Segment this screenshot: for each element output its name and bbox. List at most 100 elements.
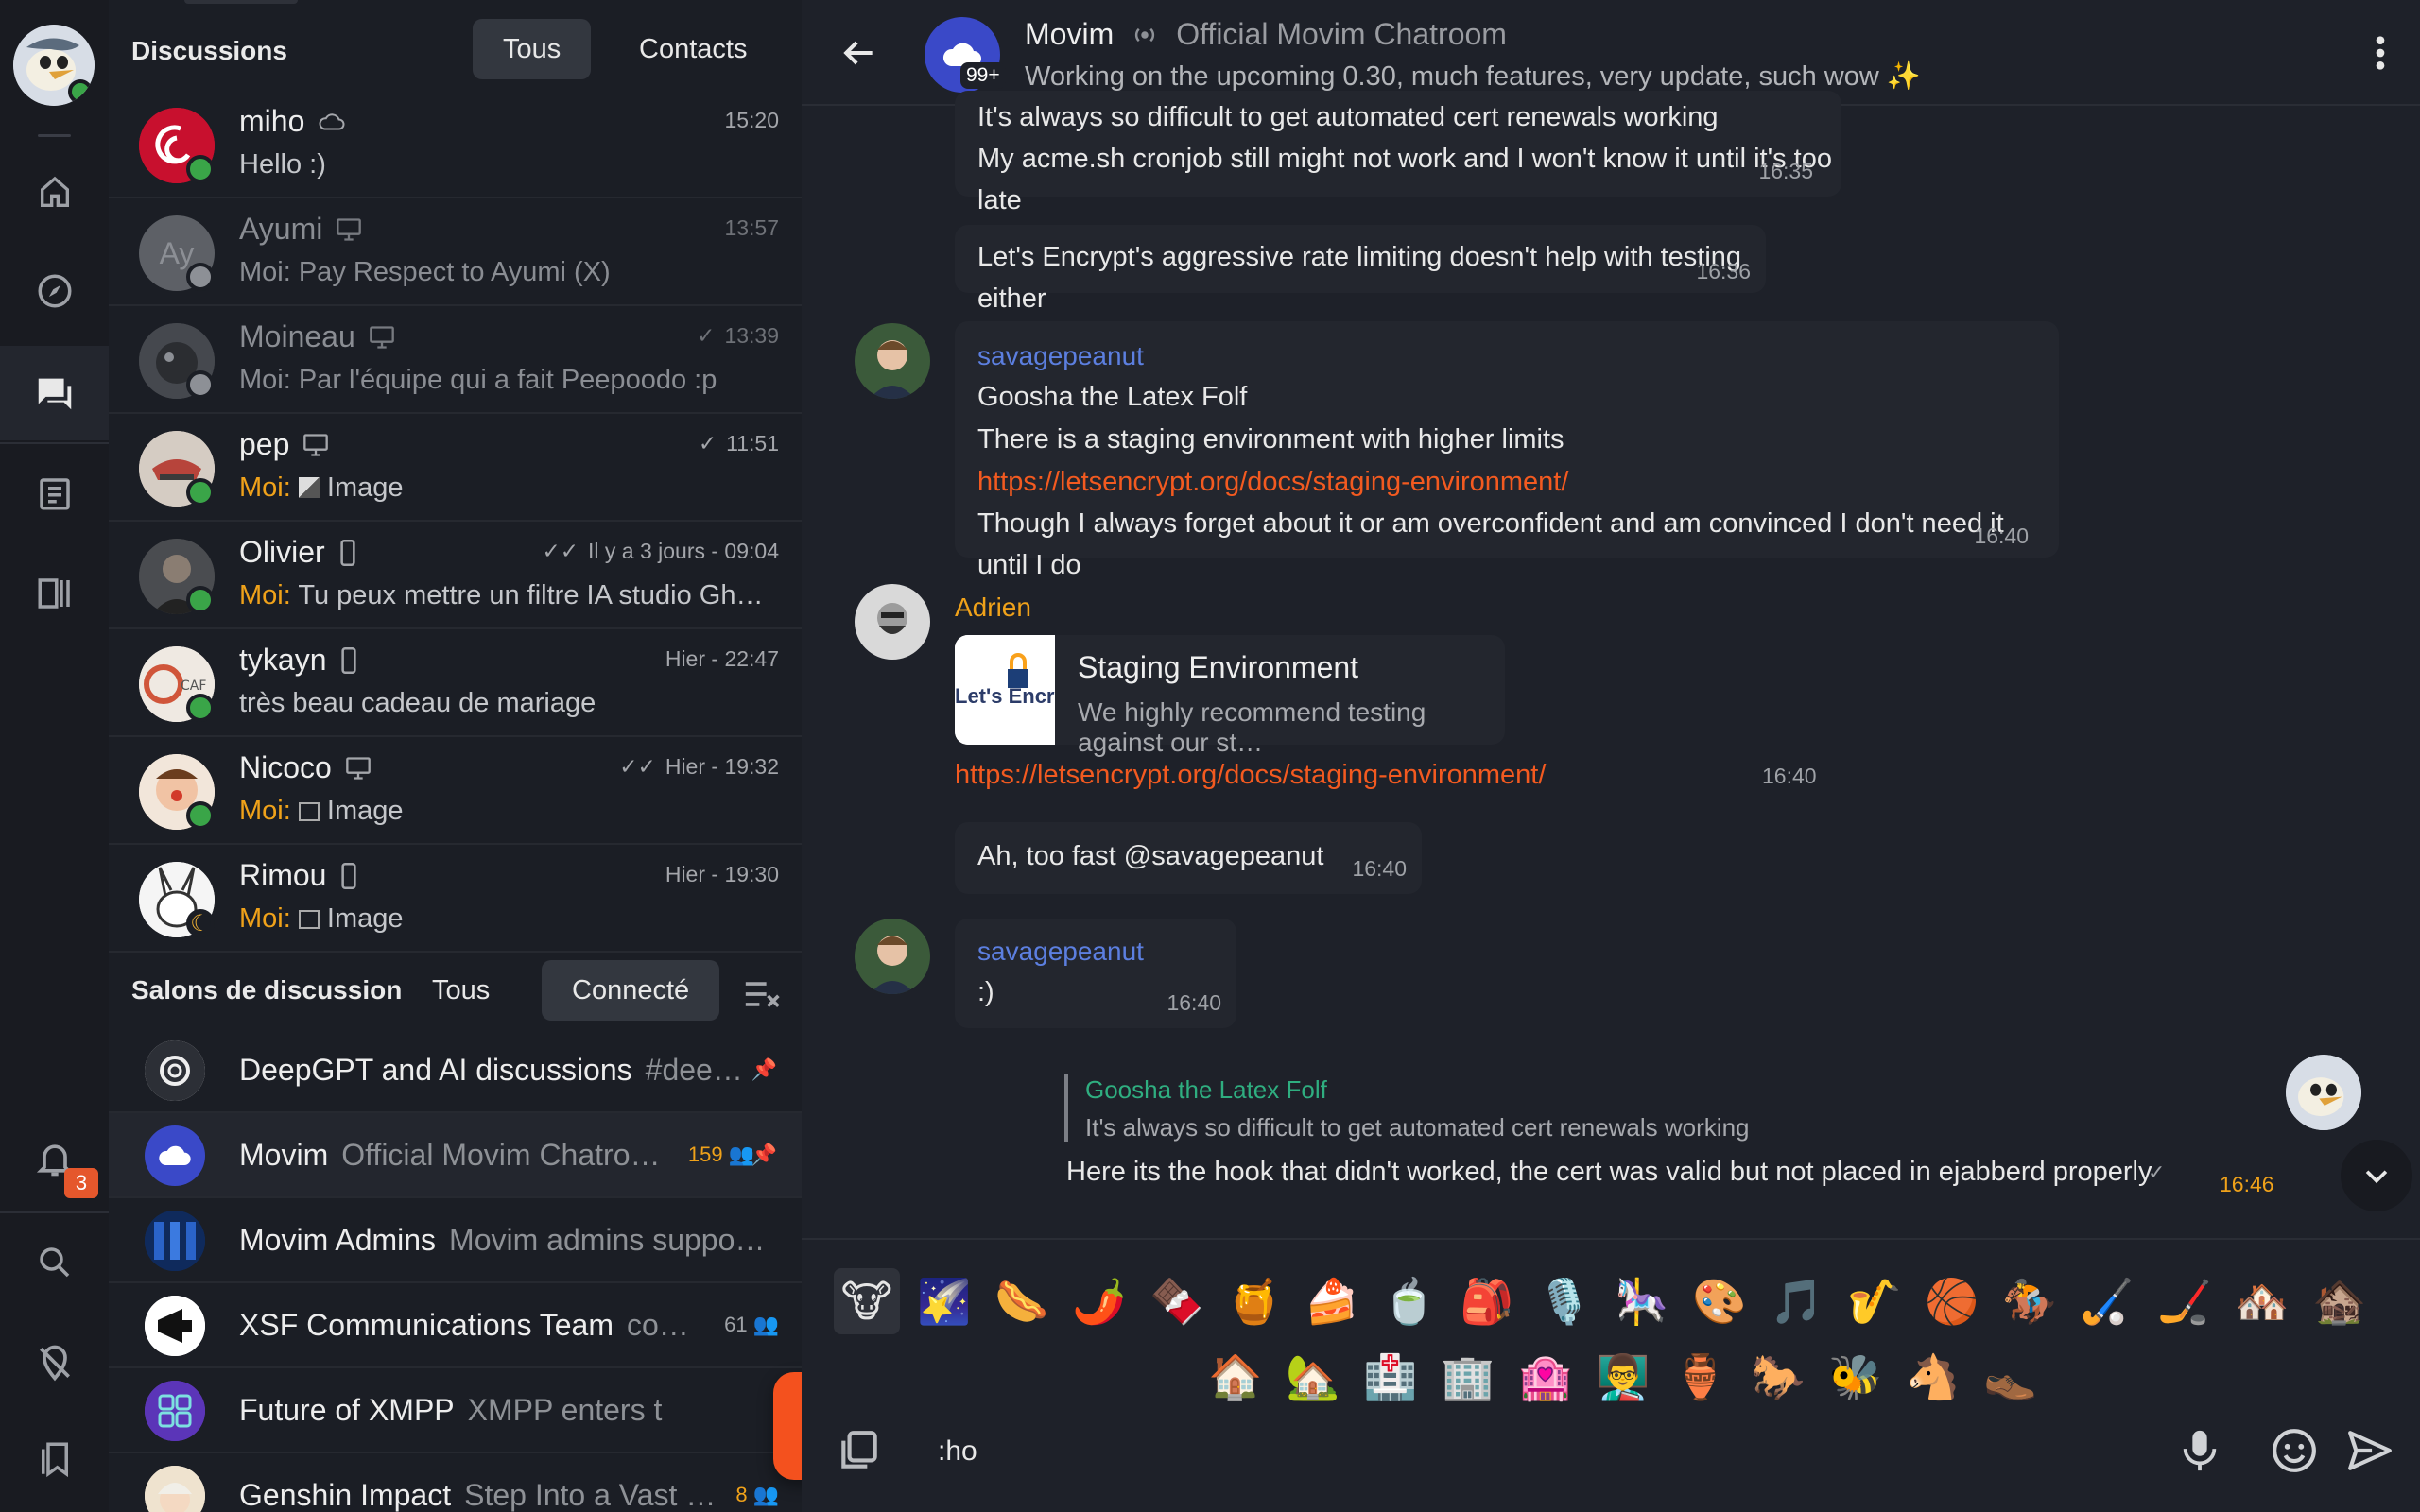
back-button[interactable] (838, 32, 879, 78)
attach-button[interactable] (836, 1427, 883, 1479)
room-subject: Working on the upcoming 0.30, much featu… (1025, 61, 1921, 92)
emoji-suggestion[interactable]: 🏀 (1919, 1268, 1985, 1334)
contact-row-nicoco[interactable]: Nicoco Moi: Image ✓✓ Hier - 19:32 (109, 737, 802, 845)
emoji-suggestion[interactable]: 🏚️ (2307, 1268, 2373, 1334)
room-row-movim[interactable]: Movim Official Movim Chatro… 159 👥 📌 (109, 1113, 802, 1198)
emoji-suggestion[interactable]: 🎵 (1764, 1268, 1830, 1334)
emoji-suggestion[interactable]: 🏘️ (2229, 1268, 2295, 1334)
new-chat-fab-button[interactable] (773, 1372, 802, 1480)
avatar (145, 1466, 205, 1512)
message-time: 16:35 (1758, 159, 1813, 183)
avatar (145, 1211, 205, 1271)
double-check-icon: ✓✓ (619, 754, 656, 779)
message-input[interactable]: :ho (934, 1404, 2163, 1499)
emoji-suggestion[interactable]: 🐮 (834, 1268, 900, 1334)
nav-privacy[interactable] (0, 1315, 109, 1410)
message-author[interactable]: savagepeanut (977, 932, 1144, 971)
room-title[interactable]: Movim Official Movim Chatroom (1025, 17, 1507, 52)
megaphone-icon (145, 1296, 205, 1356)
message-bubble: It's always so difficult to get automate… (955, 91, 1841, 215)
nav-publish[interactable] (0, 446, 109, 541)
emoji-suggestion[interactable]: 🌠 (911, 1268, 977, 1334)
room-row-movim-admins[interactable]: Movim Admins Movim admins suppo… (109, 1198, 802, 1283)
room-row-future-xmpp[interactable]: Future of XMPP XMPP enters t (109, 1368, 802, 1453)
my-status-online (68, 79, 93, 104)
contact-row-rimou[interactable]: ☾ Rimou Moi: Image Hier - 19:30 (109, 845, 802, 953)
voice-button[interactable] (2178, 1427, 2221, 1479)
emoji-suggestion[interactable]: 🎒 (1454, 1268, 1520, 1334)
rooms-filter-connected-button[interactable]: Connecté (542, 960, 720, 1021)
emoji-suggestion[interactable]: 🎠 (1609, 1268, 1675, 1334)
emoji-suggestion[interactable]: 🌶️ (1066, 1268, 1132, 1334)
emoji-suggestion[interactable]: 🏒 (2152, 1268, 2218, 1334)
sender-avatar[interactable] (855, 584, 930, 660)
emoji-suggestion[interactable]: 🍵 (1376, 1268, 1443, 1334)
my-avatar[interactable] (2286, 1055, 2361, 1130)
contact-row-olivier[interactable]: Olivier Moi: Tu peux mettre un filtre IA… (109, 522, 802, 629)
contact-name: pep (239, 427, 329, 462)
contact-row-miho[interactable]: miho Hello :) 15:20 (109, 91, 802, 198)
search-icon (39, 1247, 69, 1278)
nav-chats[interactable] (0, 346, 109, 440)
contact-row-moineau[interactable]: Moineau Moi: Par l'équipe qui a fait Pee… (109, 306, 802, 414)
check-icon: ✓ (698, 431, 717, 455)
emoji-suggestion[interactable]: 🍰 (1299, 1268, 1365, 1334)
emoji-suggestion[interactable]: 🎙️ (1531, 1268, 1598, 1334)
emoji-suggestion[interactable]: 🎨 (1686, 1268, 1753, 1334)
sender-avatar[interactable] (855, 323, 930, 399)
post-edit-icon (39, 478, 70, 510)
quote-bar (1064, 1074, 1068, 1142)
contact-name: Nicoco (239, 750, 372, 785)
room-name: Movim Official Movim Chatro… (239, 1137, 661, 1172)
copy-attach-icon (841, 1431, 877, 1469)
my-avatar[interactable] (13, 25, 95, 106)
emoji-suggestion[interactable]: 🍫 (1144, 1268, 1210, 1334)
emoji-suggestion[interactable]: 🍯 (1221, 1268, 1288, 1334)
sender-avatar[interactable] (855, 919, 930, 994)
message-time: 16:46 (2220, 1172, 2274, 1196)
message-link[interactable]: https://letsencrypt.org/docs/staging-env… (955, 754, 1546, 796)
nav-home[interactable] (0, 146, 109, 240)
contact-row-tykayn[interactable]: CAF tykayn très beau cadeau de mariage H… (109, 629, 802, 737)
nav-news[interactable] (0, 546, 109, 641)
contact-row-pep[interactable]: pep Moi: Image ✓ 11:51 (109, 414, 802, 522)
nav-explore[interactable] (0, 244, 109, 338)
rooms-filter-all-button[interactable]: Tous (402, 960, 520, 1021)
room-row-xsf-comms[interactable]: XSF Communications Team co… 61 👥 (109, 1283, 802, 1368)
message-text: My acme.sh cronjob still might not work … (977, 144, 1832, 215)
desktop-icon (345, 756, 371, 780)
message-author[interactable]: savagepeanut (977, 336, 1144, 376)
last-message: Moi: Image (239, 472, 404, 503)
divider (0, 1211, 109, 1213)
room-row-deepgpt[interactable]: DeepGPT and AI discussions #dee… 📌 (109, 1028, 802, 1113)
nav-bookmarks[interactable] (0, 1412, 109, 1506)
filter-all-button[interactable]: Tous (473, 19, 592, 79)
message-link[interactable]: https://letsencrypt.org/docs/staging-env… (977, 461, 1568, 503)
contact-row-ayumi[interactable]: Ay Ayumi Moi: Pay Respect to Ayumi (X) 1… (109, 198, 802, 306)
svg-text:Let's Encrypt: Let's Encrypt (955, 684, 1055, 708)
emoji-suggestion[interactable]: 🎷 (1841, 1268, 1908, 1334)
nav-search[interactable] (0, 1215, 109, 1310)
filter-contacts-button[interactable]: Contacts (609, 19, 777, 79)
message-text: :) (977, 977, 994, 1007)
send-button[interactable] (2346, 1429, 2394, 1477)
room-row-genshin[interactable]: Genshin Impact Step Into a Vast … 8 👥 (109, 1453, 802, 1512)
composer: :ho (802, 1397, 2420, 1512)
message-time: 16:36 (1696, 259, 1751, 284)
image-icon (298, 910, 320, 929)
link-preview-title: Staging Environment (1078, 650, 1359, 684)
emoji-picker-button[interactable] (2271, 1427, 2318, 1479)
conversation-list: Discussions Tous Contacts miho Hello :) … (109, 0, 802, 1512)
link-preview-card[interactable]: Let's Encrypt Staging Environment We hig… (955, 635, 1505, 757)
message-bubble: Ah, too fast @savagepeanut 16:40 (955, 822, 1422, 894)
more-menu-button[interactable] (2373, 34, 2388, 77)
avatar (145, 1125, 205, 1186)
message-time: ✓✓ Hier - 19:32 (619, 754, 779, 779)
emoji-suggestion[interactable]: 🌭 (989, 1268, 1055, 1334)
emoji-suggestion[interactable]: 🏇 (1996, 1268, 2063, 1334)
scroll-down-button[interactable] (2341, 1140, 2412, 1211)
emoji-suggestion[interactable]: 🏑 (2074, 1268, 2140, 1334)
quote-author: Goosha the Latex Folf (1085, 1075, 1327, 1104)
filter-clear-icon[interactable] (742, 975, 784, 1018)
message-author[interactable]: Adrien (955, 588, 1031, 627)
